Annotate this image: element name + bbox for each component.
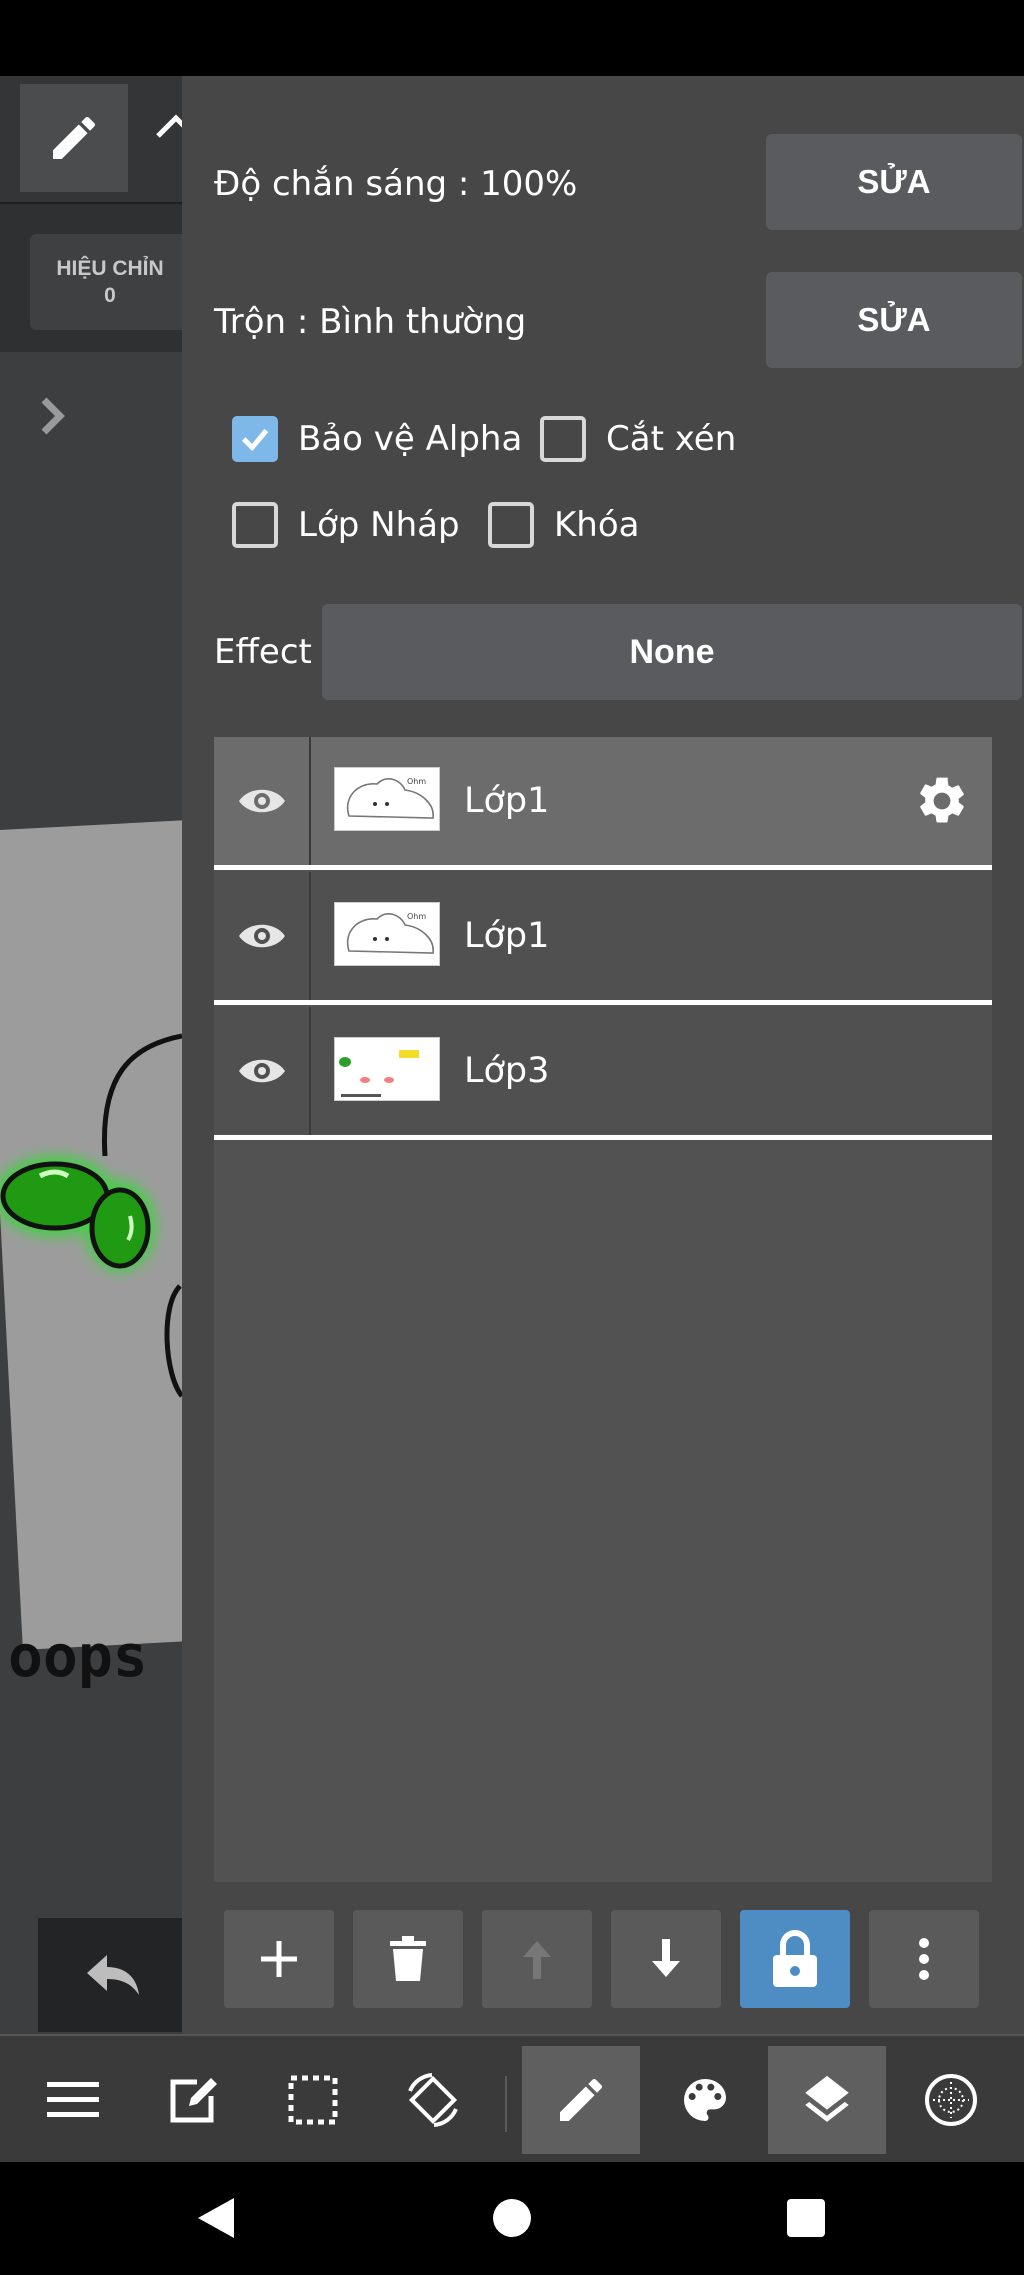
undo-icon	[87, 1955, 139, 1995]
layer-thumbnail: Ohm	[334, 902, 440, 966]
pencil-icon	[560, 2078, 603, 2121]
layer-row[interactable]: Ohm Lớp1	[214, 737, 992, 870]
eye-icon	[238, 789, 285, 813]
opacity-label: Độ chắn sáng : 100%	[214, 164, 578, 204]
canvas-drawing: oops	[0, 1033, 182, 1690]
globe-icon	[925, 2074, 977, 2126]
layer-action-bar	[182, 1910, 1024, 2020]
draft-layer-label: Lớp Nháp	[298, 505, 460, 545]
clipping-label: Cắt xén	[606, 419, 737, 459]
draft-layer-checkbox[interactable]: Lớp Nháp	[232, 502, 460, 548]
undo-button[interactable]	[38, 1918, 182, 2032]
move-layer-down-button[interactable]	[611, 1910, 721, 2008]
layer-name: Lớp1	[464, 916, 550, 956]
adjust-label: HIỆU CHỈN	[56, 256, 164, 280]
eye-icon	[238, 924, 285, 948]
delete-icon	[390, 1936, 426, 1981]
pencil-icon	[53, 116, 96, 159]
edit-icon	[170, 2078, 217, 2123]
canvas-area[interactable]: HIỆU CHỈN 0 oops	[0, 76, 182, 2034]
layer-thumbnail	[334, 1037, 440, 1101]
opacity-edit-button[interactable]: SỬA	[766, 134, 1022, 230]
effect-select-button[interactable]: None	[322, 604, 1022, 700]
gear-icon[interactable]	[914, 773, 970, 829]
visibility-toggle[interactable]	[214, 872, 311, 1000]
layer-thumbnail: Ohm	[334, 767, 440, 831]
layer-row[interactable]: Lớp3	[214, 1007, 992, 1140]
move-down-icon	[652, 1939, 680, 1977]
canvas-text: oops	[8, 1622, 148, 1690]
system-nav-bar	[0, 2162, 1024, 2275]
protect-alpha-label: Bảo vệ Alpha	[298, 419, 523, 459]
checkbox-checked-icon	[232, 416, 278, 462]
clipping-checkbox[interactable]: Cắt xén	[540, 416, 736, 462]
eraser-icon[interactable]	[150, 106, 182, 156]
layer-name: Lớp3	[464, 1051, 550, 1091]
rotate-icon	[408, 2073, 458, 2127]
toolbar-divider	[505, 2076, 507, 2132]
layer-panel: Độ chắn sáng : 100% SỬA Trộn : Bình thườ…	[182, 76, 1024, 2034]
svg-text:Ohm: Ohm	[407, 777, 426, 786]
lock-label: Khóa	[554, 505, 640, 545]
layer-row[interactable]: Ohm Lớp1	[214, 872, 992, 1005]
status-bar	[0, 0, 1024, 76]
more-icon	[919, 1938, 929, 1980]
add-icon	[261, 1941, 297, 1977]
layer-name: Lớp1	[464, 781, 550, 821]
lock-checkbox[interactable]: Khóa	[488, 502, 639, 548]
adjust-button[interactable]: HIỆU CHỈN 0	[30, 234, 182, 330]
delete-layer-button[interactable]	[353, 1910, 463, 2008]
globe-button[interactable]	[892, 2046, 1010, 2154]
bottom-toolbar	[0, 2034, 1024, 2162]
visibility-toggle[interactable]	[214, 737, 311, 865]
visibility-toggle[interactable]	[214, 1007, 311, 1135]
checkbox-unchecked-icon	[232, 502, 278, 548]
blend-label: Trộn : Bình thường	[214, 302, 527, 342]
layers-icon	[805, 2075, 849, 2122]
color-palette-button[interactable]	[646, 2046, 764, 2154]
nav-home-button[interactable]	[480, 2186, 544, 2250]
menu-icon	[47, 2082, 99, 2117]
menu-button[interactable]	[14, 2046, 132, 2154]
pencil-tool-button[interactable]	[20, 84, 128, 192]
brush-tool-button[interactable]	[522, 2046, 640, 2154]
eye-icon	[238, 1059, 285, 1083]
edit-button[interactable]	[134, 2046, 252, 2154]
tool-strip	[0, 76, 182, 202]
adjust-value: 0	[104, 284, 116, 307]
lock-layer-button[interactable]	[740, 1910, 850, 2008]
svg-text:Ohm: Ohm	[407, 912, 426, 921]
home-icon	[493, 2199, 531, 2237]
checkbox-unchecked-icon	[540, 416, 586, 462]
lock-icon	[773, 1930, 817, 1987]
rotate-canvas-button[interactable]	[374, 2046, 492, 2154]
nav-recents-button[interactable]	[774, 2186, 838, 2250]
effect-label: Effect	[214, 632, 312, 672]
move-layer-up-button[interactable]	[482, 1910, 592, 2008]
checkbox-unchecked-icon	[488, 502, 534, 548]
chevron-right-icon[interactable]	[36, 392, 72, 440]
more-options-button[interactable]	[869, 1910, 979, 2008]
palette-icon	[684, 2079, 726, 2121]
nav-back-button[interactable]	[184, 2186, 248, 2250]
back-icon	[198, 2198, 234, 2238]
protect-alpha-checkbox[interactable]: Bảo vệ Alpha	[232, 416, 522, 462]
add-layer-button[interactable]	[224, 1910, 334, 2008]
layer-list[interactable]: Ohm Lớp1 Ohm Lớp1 Lớp3	[214, 737, 992, 1882]
blend-edit-button[interactable]: SỬA	[766, 272, 1022, 368]
adjust-strip: HIỆU CHỈN 0	[0, 202, 182, 352]
move-up-icon	[523, 1941, 551, 1979]
selection-icon	[288, 2075, 338, 2125]
selection-button[interactable]	[254, 2046, 372, 2154]
recents-icon	[787, 2199, 825, 2237]
layers-button[interactable]	[768, 2046, 886, 2154]
